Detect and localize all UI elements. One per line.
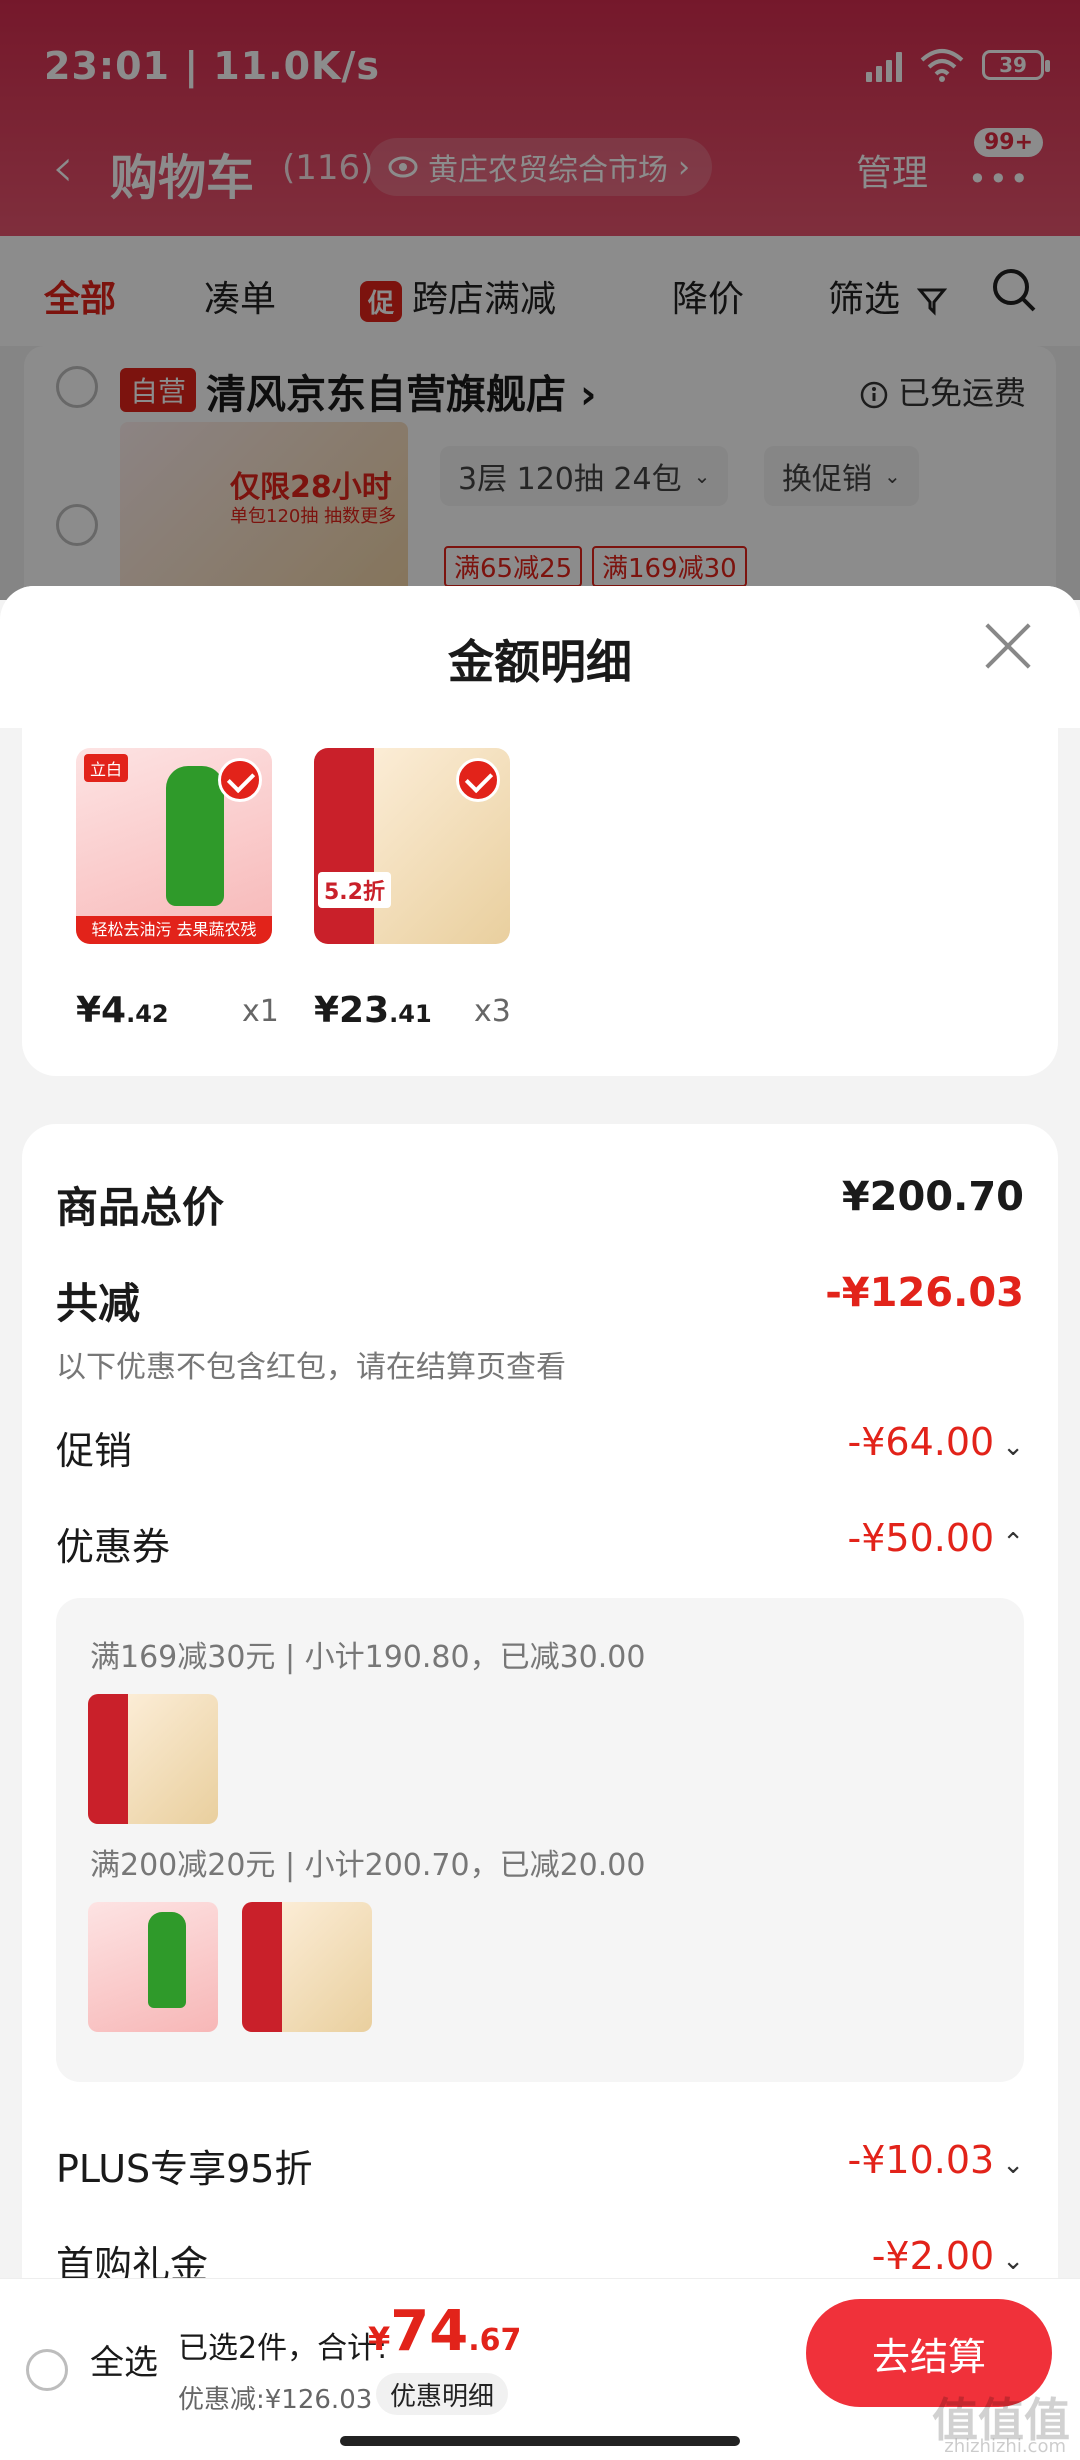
reduce-label: 共减 (56, 1279, 141, 1328)
home-indicator[interactable] (340, 2436, 740, 2446)
coupon-row[interactable]: -¥50.00 ⌃ (848, 1516, 1024, 1560)
saved-amount: 优惠减:¥126.03 (178, 2385, 373, 2415)
chevron-down-icon: ⌄ (1002, 1432, 1024, 1462)
checked-icon (218, 758, 262, 802)
promo-label: 促销 (56, 1429, 133, 1473)
dim-overlay[interactable] (0, 0, 1080, 600)
reduce-note: 以下优惠不包含红包，请在结算页查看 (56, 1350, 566, 1385)
coupon-detail-box: 满169减30元 | 小计190.80，已减30.00 满200减20元 | 小… (56, 1598, 1024, 2082)
summary-card: 商品总价 ¥200.70 共减 -¥126.03 以下优惠不包含红包，请在结算页… (22, 1124, 1058, 2324)
coupon-item-thumb (88, 1902, 218, 2032)
item-qty-2: x3 (474, 994, 511, 1029)
coupon-item-thumb (242, 1902, 372, 2032)
chevron-down-icon: ⌄ (1002, 2150, 1024, 2180)
coupon-label: 优惠券 (56, 1525, 171, 1569)
item-qty-1: x1 (242, 994, 279, 1029)
item-price-2: ¥23.41 (314, 990, 432, 1031)
chevron-up-icon: ⌃ (1002, 1528, 1024, 1558)
discount-detail-button[interactable]: 优惠明细 (376, 2373, 509, 2415)
watermark-site: zhizhizhi.com (944, 2436, 1066, 2457)
selected-summary: 已选2件，合计: (178, 2331, 388, 2366)
plus-row[interactable]: -¥10.03 ⌄ (848, 2138, 1024, 2182)
total-label: 商品总价 (56, 1183, 225, 1232)
coupon-line-1: 满169减30元 | 小计190.80，已减30.00 (90, 1640, 646, 1675)
promo-row[interactable]: -¥64.00 ⌄ (848, 1420, 1024, 1464)
sheet-title: 金额明细 (448, 635, 632, 689)
bottle-shape (166, 766, 224, 906)
close-icon[interactable] (978, 616, 1038, 676)
checkout-bar: 全选 已选2件，合计: ¥74.67 优惠减:¥126.03 优惠明细 去结算 (0, 2278, 1080, 2460)
item-price-1: ¥4.42 (76, 990, 169, 1031)
checked-icon (456, 758, 500, 802)
select-all-label[interactable]: 全选 (90, 2335, 158, 2384)
coupon-line-2: 满200减20元 | 小计200.70，已减20.00 (90, 1848, 646, 1883)
total-price: ¥74.67 (368, 2299, 522, 2364)
select-all-radio[interactable] (26, 2349, 68, 2391)
amount-detail-sheet: 金额明细 立白 轻松去油污 去果蔬农残 5.2折 ¥4.42 x1 ¥23.41… (0, 586, 1080, 2460)
selected-items-card: 立白 轻松去油污 去果蔬农残 5.2折 ¥4.42 x1 ¥23.41 x3 (22, 728, 1058, 1076)
plus-label: PLUS专享95折 (56, 2147, 313, 2191)
item-thumb-1[interactable]: 立白 轻松去油污 去果蔬农残 (76, 748, 272, 944)
total-value: ¥200.70 (841, 1174, 1024, 1220)
reduce-value: -¥126.03 (825, 1270, 1024, 1316)
coupon-item-thumb (88, 1694, 218, 1824)
chevron-down-icon: ⌄ (1002, 2246, 1024, 2276)
first-buy-row[interactable]: -¥2.00 ⌄ (872, 2234, 1024, 2278)
item-thumb-2[interactable]: 5.2折 (314, 748, 510, 944)
